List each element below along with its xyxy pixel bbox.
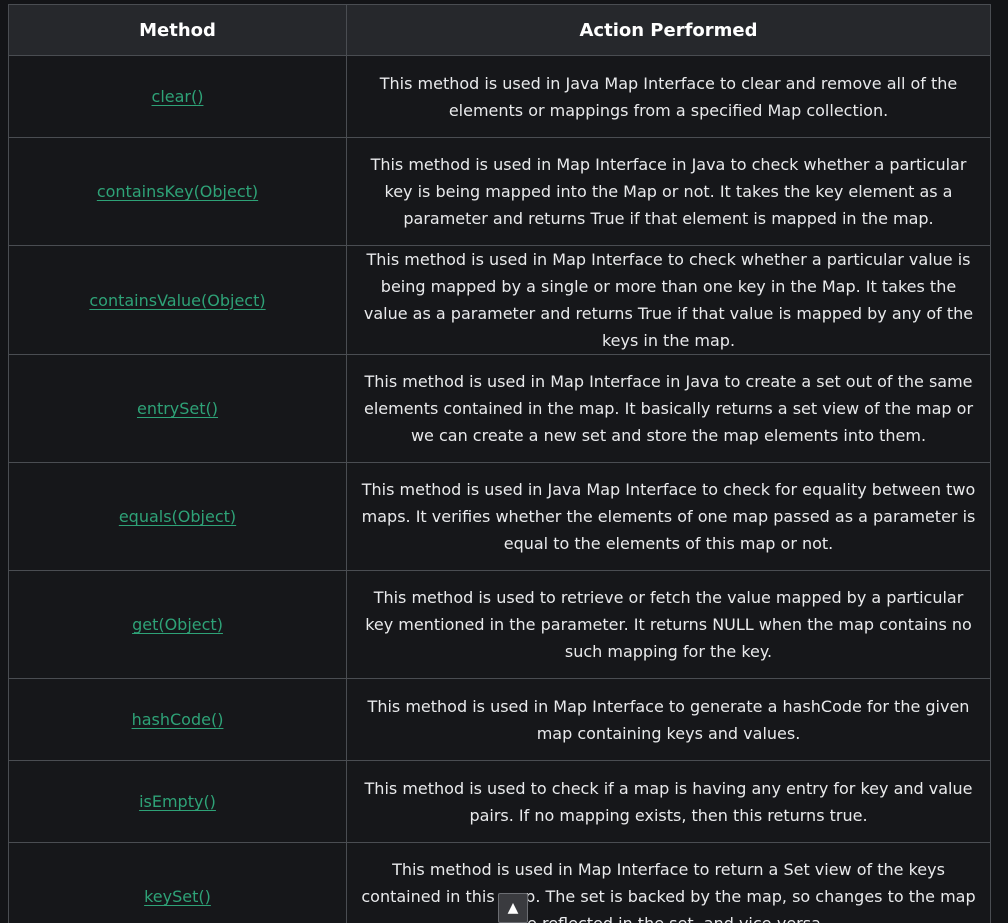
table-row: containsValue(Object) This method is use… (8, 245, 991, 355)
method-link-get[interactable]: get(Object) (132, 615, 223, 634)
method-cell: isEmpty() (8, 760, 347, 843)
scroll-to-top-button[interactable]: ▲ (498, 893, 528, 923)
method-cell: entrySet() (8, 354, 347, 463)
method-cell: hashCode() (8, 678, 347, 761)
method-link-isempty[interactable]: isEmpty() (139, 792, 216, 811)
table-row: get(Object) This method is used to retri… (8, 570, 991, 679)
action-cell: This method is used in Java Map Interfac… (346, 55, 991, 138)
method-cell: clear() (8, 55, 347, 138)
action-cell: This method is used in Map Interface to … (346, 245, 991, 355)
method-link-containsvalue[interactable]: containsValue(Object) (89, 291, 265, 310)
method-cell: containsValue(Object) (8, 245, 347, 355)
action-cell: This method is used in Java Map Interfac… (346, 462, 991, 571)
header-action-performed: Action Performed (346, 4, 991, 56)
table-row: containsKey(Object) This method is used … (8, 137, 991, 246)
methods-table: Method Action Performed clear() This met… (8, 4, 991, 923)
method-cell: equals(Object) (8, 462, 347, 571)
method-link-keyset[interactable]: keySet() (144, 887, 211, 906)
method-cell: keySet() (8, 842, 347, 923)
action-cell: This method is used in Map Interface in … (346, 137, 991, 246)
table-row: clear() This method is used in Java Map … (8, 55, 991, 138)
page: Method Action Performed clear() This met… (0, 0, 1008, 923)
action-cell: This method is used in Map Interface in … (346, 354, 991, 463)
table-row: hashCode() This method is used in Map In… (8, 678, 991, 761)
action-cell: This method is used in Map Interface to … (346, 842, 991, 923)
method-link-hashcode[interactable]: hashCode() (132, 710, 224, 729)
method-link-entryset[interactable]: entrySet() (137, 399, 218, 418)
method-link-equals[interactable]: equals(Object) (119, 507, 236, 526)
action-cell: This method is used in Map Interface to … (346, 678, 991, 761)
method-link-containskey[interactable]: containsKey(Object) (97, 182, 258, 201)
up-arrow-icon: ▲ (507, 900, 519, 916)
action-cell: This method is used to retrieve or fetch… (346, 570, 991, 679)
table-header-row: Method Action Performed (8, 4, 991, 56)
table-row: entrySet() This method is used in Map In… (8, 354, 991, 463)
method-link-clear[interactable]: clear() (152, 87, 204, 106)
action-cell: This method is used to check if a map is… (346, 760, 991, 843)
table-row: isEmpty() This method is used to check i… (8, 760, 991, 843)
method-cell: containsKey(Object) (8, 137, 347, 246)
method-cell: get(Object) (8, 570, 347, 679)
table-row: equals(Object) This method is used in Ja… (8, 462, 991, 571)
header-method: Method (8, 4, 347, 56)
